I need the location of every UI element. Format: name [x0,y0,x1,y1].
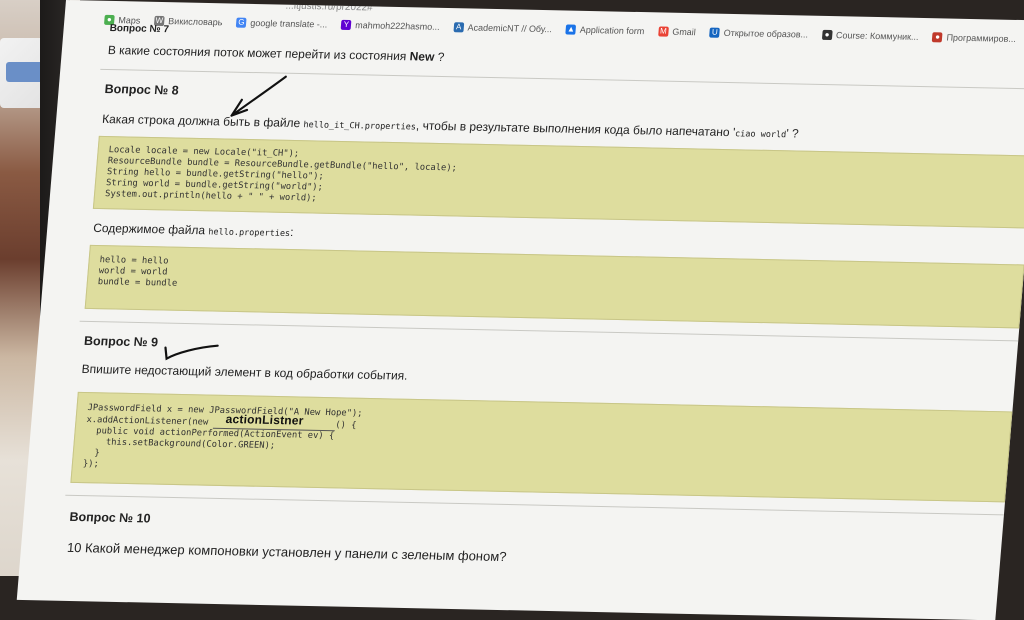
question-8-heading: Вопрос № 8 [104,81,180,98]
question-8-properties-block: hello = hello world = world bundle = bundl… [84,244,1024,329]
browser-screen: ...itjustis.ru/pr2022# ● Maps W Викисловар… [16,0,1024,620]
question-9-code-block: JPasswordField x = new JPasswordField("A… [70,391,1013,503]
question-10-heading: Вопрос № 10 [68,509,152,526]
question-10-text: 10 Какой менеджер компоновки установлен … [66,539,508,565]
answer-input[interactable]: actionListner [212,411,336,432]
question-8-code-block: Locale locale = new Locale("it_CH"); Reso… [92,135,1024,229]
question-9-heading: Вопрос № 9 [83,333,159,350]
quiz-content: Вопрос № 7 В какие состояния поток может… [60,23,1024,575]
question-9-text: Впишите недостающий элемент в код обрабо… [81,361,409,383]
handwritten-answer: actionListner [225,411,305,428]
